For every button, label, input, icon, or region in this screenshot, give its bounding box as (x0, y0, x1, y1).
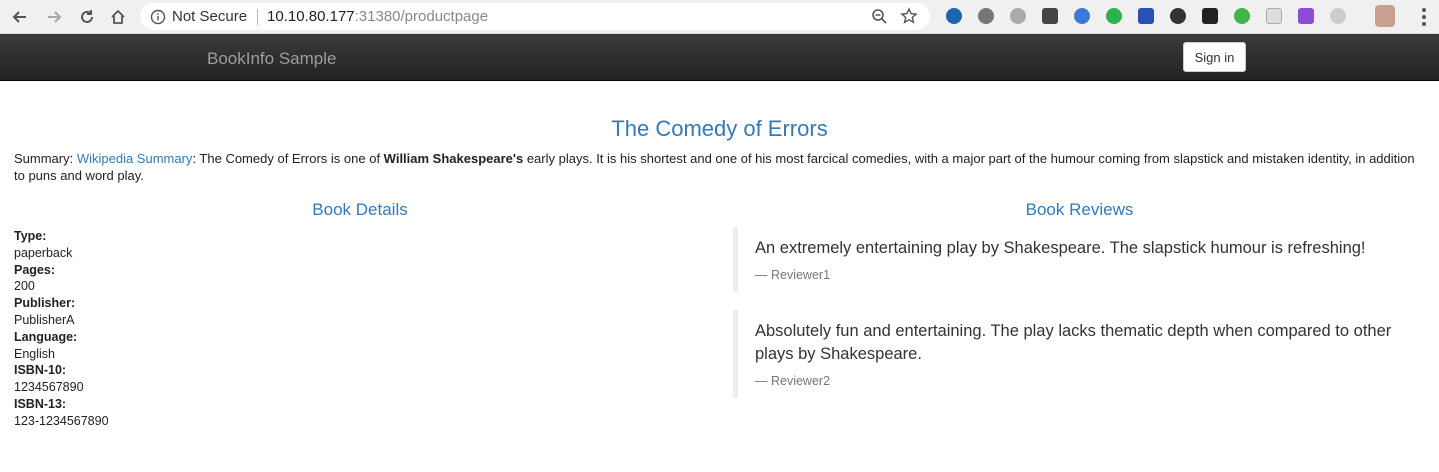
evernote-icon[interactable] (1234, 8, 1250, 24)
book-reviews-heading: Book Reviews (1025, 200, 1134, 219)
d-ext-icon[interactable] (1106, 8, 1122, 24)
book-details-heading: Book Details (312, 200, 408, 219)
y-icon[interactable] (946, 8, 962, 24)
forward-button[interactable] (42, 5, 66, 29)
review-card: Absolutely fun and entertaining. The pla… (733, 310, 1393, 398)
bookmark-star-icon[interactable] (900, 7, 918, 25)
brand-link[interactable]: BookInfo Sample (207, 49, 336, 69)
address-divider (257, 8, 259, 25)
summary-author: William Shakespeare's (383, 151, 524, 166)
detail-label-pages: Pages: (14, 262, 55, 277)
url-path: :31380/productpage (354, 8, 489, 25)
review-text: An extremely entertaining play by Shakes… (755, 239, 1366, 257)
reviewer-name: — Reviewer2 (755, 374, 831, 388)
detail-value-pages: 200 (14, 279, 35, 294)
info-icon[interactable] (150, 9, 166, 25)
book-details-list: Type: paperback Pages: 200 Publisher: Pu… (14, 228, 109, 430)
card-ext-icon[interactable] (1266, 8, 1282, 24)
reload-button[interactable] (75, 5, 99, 29)
forward-arrow-icon (48, 11, 62, 23)
home-icon (111, 9, 125, 24)
detail-value-isbn10: 1234567890 (14, 380, 84, 395)
review-card: An extremely entertaining play by Shakes… (733, 227, 1393, 292)
reload-icon (81, 10, 93, 23)
circle-ext-icon[interactable] (1330, 8, 1346, 24)
browser-toolbar: Not Secure 10.10.80.177:31380/productpag… (0, 0, 1439, 34)
url-host: 10.10.80.177 (267, 8, 355, 25)
detail-label-publisher: Publisher: (14, 296, 76, 311)
page-title: The Comedy of Errors (611, 116, 828, 141)
wikipedia-summary-link[interactable]: Wikipedia Summary (77, 151, 193, 166)
detail-label-isbn13: ISBN-13: (14, 396, 67, 411)
product-summary: Summary: Wikipedia Summary: The Comedy o… (14, 150, 1424, 184)
browser-menu-icon[interactable] (1421, 8, 1427, 26)
pocket-icon[interactable] (1042, 8, 1058, 24)
x-ext-icon[interactable] (1202, 8, 1218, 24)
security-label: Not Secure (172, 8, 248, 25)
detail-value-language: English (14, 346, 55, 361)
reviewer-name: — Reviewer1 (755, 268, 831, 282)
record-ext-icon[interactable] (1170, 8, 1186, 24)
back-button[interactable] (8, 5, 32, 29)
feather-ext-icon[interactable] (1298, 8, 1314, 24)
back-arrow-icon (12, 11, 26, 23)
detail-value-type: paperback (14, 245, 73, 260)
sign-in-button[interactable]: Sign in (1183, 42, 1246, 72)
gear-ext-icon[interactable] (978, 8, 994, 24)
review-text: Absolutely fun and entertaining. The pla… (755, 322, 1392, 363)
summary-prefix: Summary: (14, 151, 77, 166)
zoom-icon[interactable] (871, 8, 888, 25)
globe-ext-icon[interactable] (1074, 8, 1090, 24)
home-button[interactable] (106, 5, 130, 29)
address-bar[interactable]: Not Secure 10.10.80.177:31380/productpag… (140, 3, 930, 30)
detail-label-type: Type: (14, 229, 47, 243)
detail-value-isbn13: 123-1234567890 (14, 413, 109, 428)
detail-value-publisher: PublisherA (14, 312, 75, 327)
flag-ext-icon[interactable] (1138, 8, 1154, 24)
profile-avatar[interactable] (1375, 5, 1395, 27)
chat-ext-icon[interactable] (1010, 8, 1026, 24)
detail-label-language: Language: (14, 329, 78, 344)
summary-text: : The Comedy of Errors is one of (192, 151, 384, 166)
site-navbar: BookInfo Sample Sign in (0, 34, 1439, 81)
detail-label-isbn10: ISBN-10: (14, 363, 67, 378)
